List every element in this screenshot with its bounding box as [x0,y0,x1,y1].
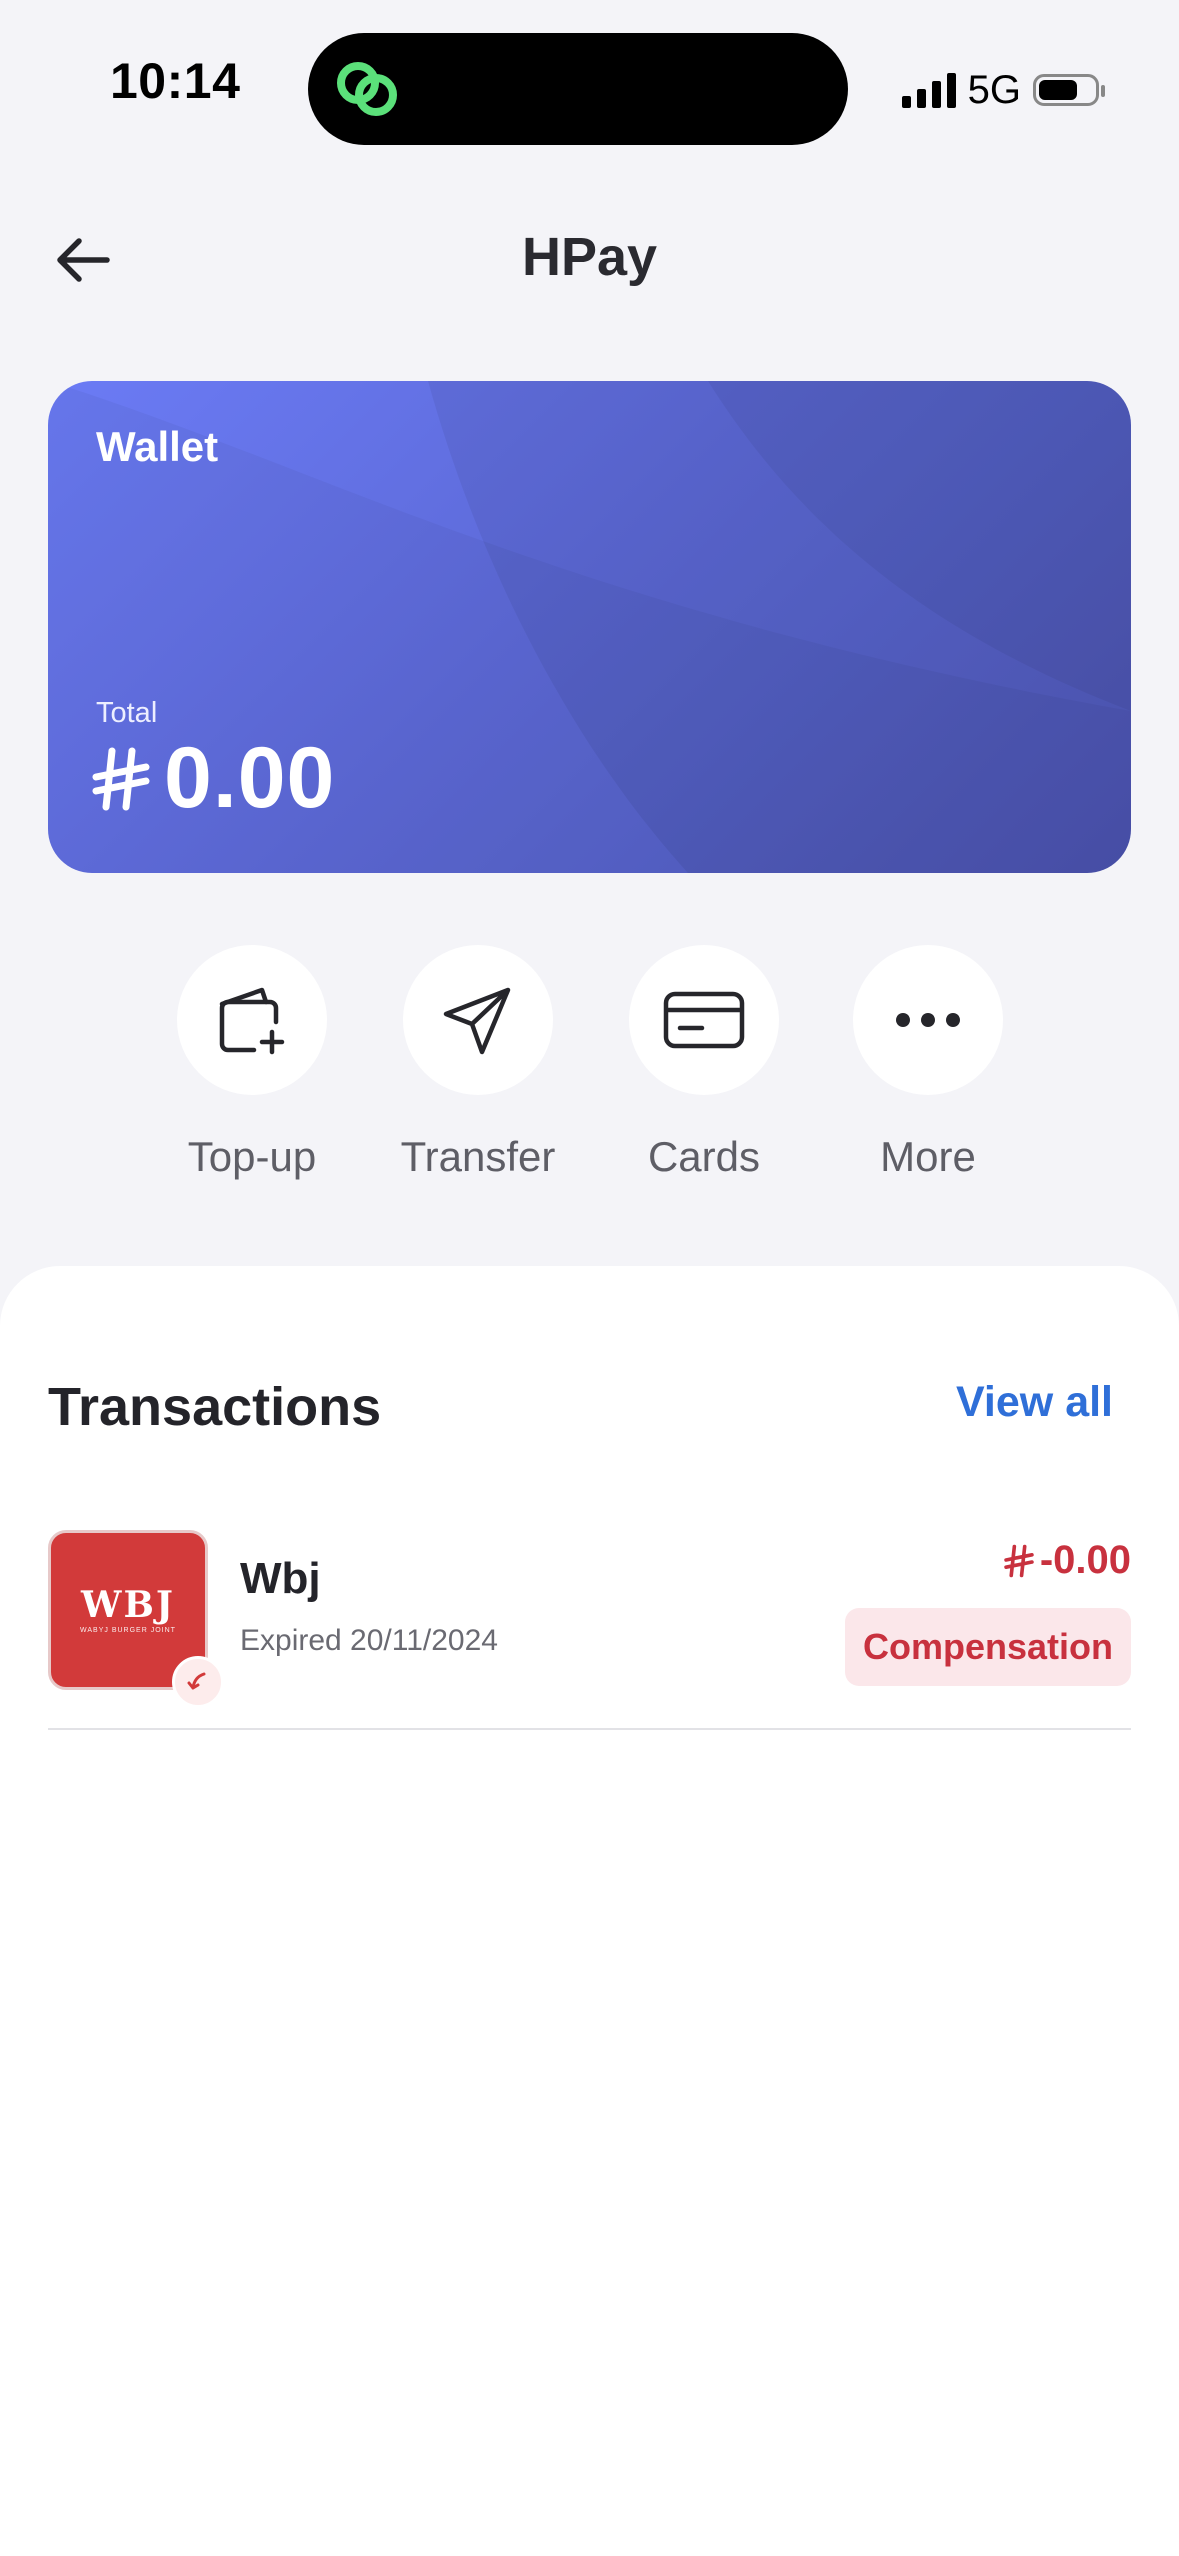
refund-badge [172,1656,224,1708]
cards-label: Cards [647,1133,761,1180]
refund-arrow-icon [187,1672,206,1690]
total-label: Total [96,697,158,729]
cards-button[interactable]: Cards [594,945,814,1181]
status-bar: 10:14 5G [0,0,1179,180]
merchant-logo-text: WBJ [81,1583,175,1626]
transactions-title: Transactions [48,1377,382,1437]
total-amount: 0.00 [92,729,335,828]
transaction-amount-value: -0.00 [1039,1538,1131,1582]
top-up-circle [177,945,327,1095]
view-all-link[interactable]: View all [956,1378,1113,1427]
status-indicators: 5G [901,60,1105,120]
header: HPay [0,200,1179,320]
transfer-circle [403,945,553,1095]
top-up-label: Top-up [187,1133,317,1180]
page-title: HPay [521,227,658,287]
send-icon [443,987,511,1055]
more-circle [853,945,1003,1095]
total-value: 0.00 [164,730,336,826]
merchant-logo-subtext: WABYJ BURGER JOINT [80,1626,176,1634]
transaction-type-tag: Compensation [844,1608,1131,1686]
network-type: 5G [967,67,1021,112]
battery-icon [1033,74,1105,106]
dynamic-island [308,33,848,145]
transfer-label: Transfer [400,1133,556,1180]
transfer-button[interactable]: Transfer [368,945,588,1181]
card-icon [663,991,745,1049]
currency-icon [92,747,150,810]
wallet-card[interactable]: Wallet Total 0.00 [48,381,1131,873]
more-label: More [880,1133,976,1180]
more-button[interactable]: More [818,945,1038,1181]
quick-actions: Top-up Transfer Cards More [0,945,1179,1185]
transactions-panel: Transactions View all WBJ WABYJ BURGER J… [0,1266,1179,2556]
transaction-amount: -0.00 [1004,1538,1131,1583]
transaction-date: Expired 20/11/2024 [240,1624,498,1657]
more-icon [896,1013,960,1027]
cards-circle [629,945,779,1095]
wallet-label: Wallet [96,423,219,470]
signal-icon [901,72,956,108]
currency-icon [1004,1544,1034,1577]
transaction-row[interactable]: WBJ WABYJ BURGER JOINT Wbj Expired 20/11… [48,1530,1131,1730]
link-rings-icon [337,62,397,116]
status-time: 10:14 [110,53,241,109]
wallet-add-icon [219,987,285,1055]
merchant-name: Wbj [240,1554,321,1603]
top-up-button[interactable]: Top-up [142,945,362,1181]
